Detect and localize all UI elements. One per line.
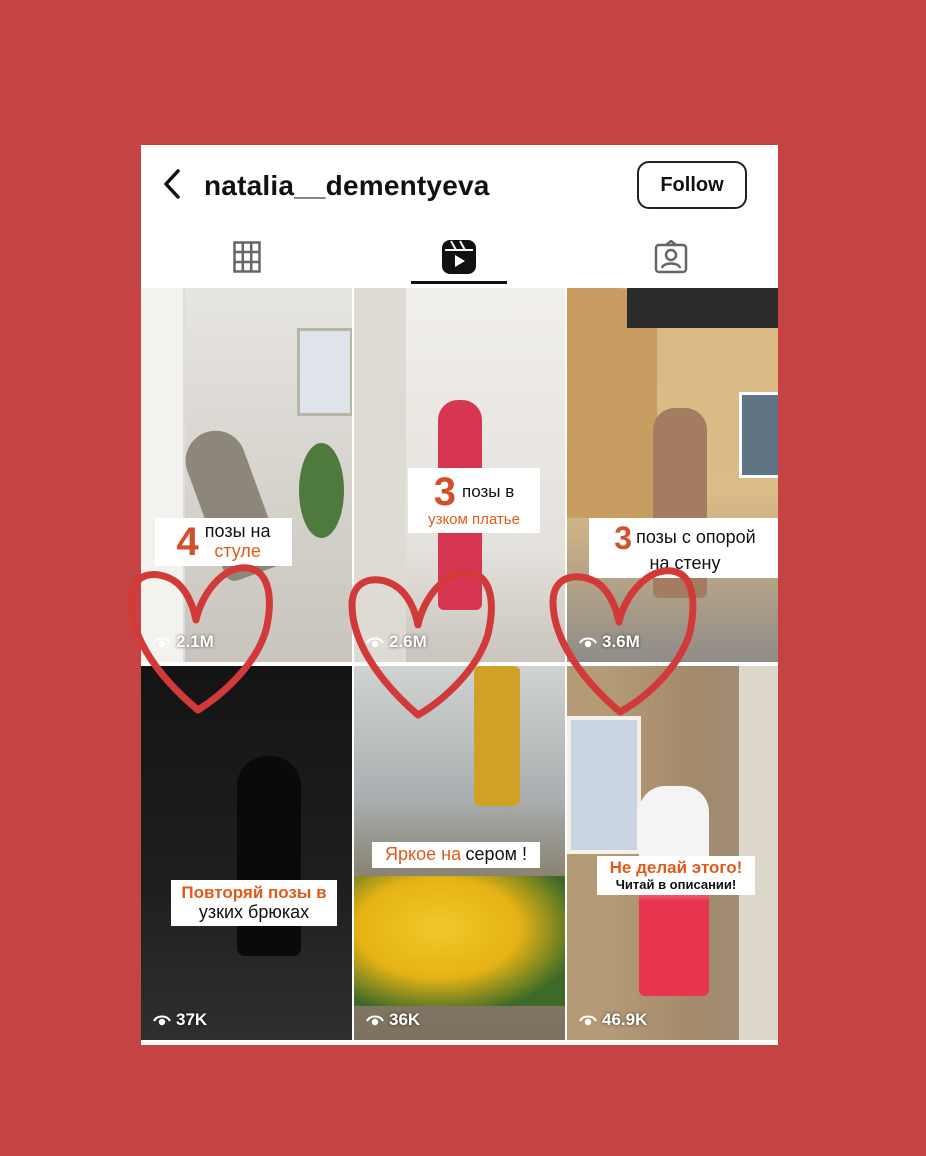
tagged-person-icon bbox=[654, 240, 688, 274]
reel-caption: Не делай этого! Читай в описании! bbox=[597, 856, 755, 895]
yellow-tights-legs bbox=[474, 666, 520, 806]
reel-tile[interactable]: 3 позы в узком платье 2.6M bbox=[354, 288, 565, 662]
reel-tile[interactable]: Не делай этого! Читай в описании! 46.9K bbox=[567, 666, 778, 1040]
view-count: 2.6M bbox=[366, 632, 427, 652]
profile-username: natalia__dementyeva bbox=[204, 170, 490, 201]
view-count: 46.9K bbox=[579, 1010, 647, 1030]
profile-header: natalia__dementyeva Follow bbox=[141, 145, 778, 229]
eye-icon bbox=[153, 1015, 171, 1026]
eye-icon bbox=[366, 637, 384, 648]
active-tab-indicator bbox=[411, 281, 507, 284]
back-button[interactable] bbox=[155, 167, 189, 201]
chevron-left-icon bbox=[164, 169, 180, 199]
view-count: 36K bbox=[366, 1010, 420, 1030]
tab-grid[interactable] bbox=[141, 229, 353, 285]
tulips bbox=[354, 876, 565, 1006]
reel-caption: Яркое на сером ! bbox=[372, 842, 540, 868]
house-window bbox=[567, 716, 641, 854]
reel-tile[interactable]: Повторяй позы в узких брюках 37K bbox=[141, 666, 352, 1040]
eye-icon bbox=[153, 637, 171, 648]
reel-caption: 3 позы в узком платье bbox=[408, 468, 540, 533]
view-count: 37K bbox=[153, 1010, 207, 1030]
reel-caption: Повторяй позы в узких брюках bbox=[171, 880, 337, 927]
follow-button[interactable]: Follow bbox=[637, 161, 747, 209]
eye-icon bbox=[579, 637, 597, 648]
pergola bbox=[627, 288, 778, 328]
profile-screen: natalia__dementyeva Follow 4 позы на сту… bbox=[141, 145, 778, 1045]
door-frame bbox=[739, 666, 778, 1040]
reels-grid: 4 позы на стуле 2.1M 3 позы в узком плат… bbox=[141, 288, 778, 1045]
framed-painting bbox=[297, 328, 352, 416]
eye-icon bbox=[366, 1015, 384, 1026]
reel-caption: 4 позы на стуле bbox=[155, 518, 292, 566]
door-panel bbox=[141, 288, 185, 662]
profile-tabs bbox=[141, 229, 778, 285]
view-count: 3.6M bbox=[579, 632, 640, 652]
reel-caption: 3 позы с опорой на стену bbox=[589, 518, 778, 578]
reels-icon bbox=[442, 240, 476, 274]
eye-icon bbox=[579, 1015, 597, 1026]
grid-icon bbox=[233, 241, 261, 273]
reel-tile[interactable]: Яркое на сером ! 36K bbox=[354, 666, 565, 1040]
reel-tile[interactable]: 4 позы на стуле 2.1M bbox=[141, 288, 352, 662]
tab-reels[interactable] bbox=[353, 229, 565, 285]
view-count: 2.1M bbox=[153, 632, 214, 652]
window bbox=[739, 392, 778, 478]
tab-tagged[interactable] bbox=[565, 229, 777, 285]
reel-tile[interactable]: 3 позы с опорой на стену 3.6M bbox=[567, 288, 778, 662]
wall-corner bbox=[354, 288, 406, 662]
plant bbox=[299, 443, 344, 538]
